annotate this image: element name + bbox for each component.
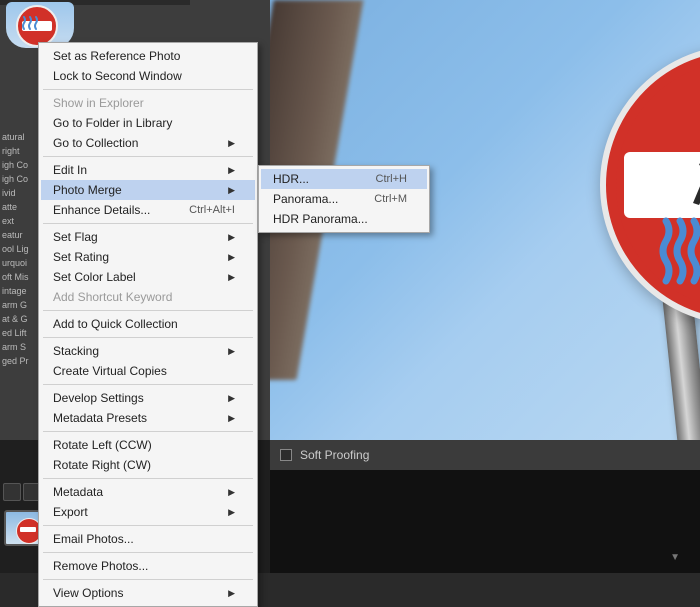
context-menu: Set as Reference Photo Lock to Second Wi… bbox=[38, 42, 258, 607]
filmstrip-panel bbox=[270, 470, 700, 573]
preset-item[interactable]: intage bbox=[2, 284, 38, 298]
preset-item[interactable]: oft Mis bbox=[2, 270, 38, 284]
menu-separator bbox=[43, 337, 253, 338]
menu-email[interactable]: Email Photos... bbox=[41, 529, 255, 549]
preset-item[interactable]: eatur bbox=[2, 228, 38, 242]
menu-separator bbox=[43, 384, 253, 385]
chevron-right-icon: ▶ bbox=[228, 165, 235, 176]
menu-goto-folder[interactable]: Go to Folder in Library bbox=[41, 113, 255, 133]
menu-photo-merge[interactable]: Photo Merge▶ bbox=[41, 180, 255, 200]
shortcut-label: Ctrl+Alt+I bbox=[169, 204, 235, 216]
chevron-right-icon: ▶ bbox=[228, 487, 235, 498]
submenu-panorama[interactable]: Panorama... Ctrl+M bbox=[261, 189, 427, 209]
preset-item[interactable]: urquoi bbox=[2, 256, 38, 270]
preset-item[interactable]: ext bbox=[2, 214, 38, 228]
submenu-hdr-panorama[interactable]: HDR Panorama... bbox=[261, 209, 427, 229]
chevron-right-icon: ▶ bbox=[228, 138, 235, 149]
preset-item[interactable]: ged Pr bbox=[2, 354, 38, 368]
menu-set-rating[interactable]: Set Rating▶ bbox=[41, 247, 255, 267]
menu-separator bbox=[43, 525, 253, 526]
preset-item[interactable]: arm S bbox=[2, 340, 38, 354]
menu-separator bbox=[43, 552, 253, 553]
chevron-right-icon: ▶ bbox=[228, 252, 235, 263]
chevron-right-icon: ▶ bbox=[228, 185, 235, 196]
menu-metadata-presets[interactable]: Metadata Presets▶ bbox=[41, 408, 255, 428]
menu-stacking[interactable]: Stacking▶ bbox=[41, 341, 255, 361]
menu-separator bbox=[43, 478, 253, 479]
preset-item[interactable]: atural bbox=[2, 130, 38, 144]
menu-separator bbox=[43, 89, 253, 90]
preset-item[interactable]: right bbox=[2, 144, 38, 158]
menu-remove[interactable]: Remove Photos... bbox=[41, 556, 255, 576]
menu-rotate-right[interactable]: Rotate Right (CW) bbox=[41, 455, 255, 475]
chevron-right-icon: ▶ bbox=[228, 393, 235, 404]
menu-set-flag[interactable]: Set Flag▶ bbox=[41, 227, 255, 247]
menu-set-color[interactable]: Set Color Label▶ bbox=[41, 267, 255, 287]
menu-view-options[interactable]: View Options▶ bbox=[41, 583, 255, 603]
menu-lock-window[interactable]: Lock to Second Window bbox=[41, 66, 255, 86]
chevron-right-icon: ▶ bbox=[228, 272, 235, 283]
soft-proofing-label: Soft Proofing bbox=[300, 448, 369, 462]
menu-add-shortcut-keyword: Add Shortcut Keyword bbox=[41, 287, 255, 307]
preset-item[interactable]: atte bbox=[2, 200, 38, 214]
toolbar-bottom: Soft Proofing bbox=[270, 440, 700, 470]
preset-item[interactable]: ool Lig bbox=[2, 242, 38, 256]
menu-set-reference[interactable]: Set as Reference Photo bbox=[41, 46, 255, 66]
menu-export[interactable]: Export▶ bbox=[41, 502, 255, 522]
submenu-hdr[interactable]: HDR... Ctrl+H bbox=[261, 169, 427, 189]
grid-view-icon[interactable] bbox=[3, 483, 21, 501]
chevron-right-icon: ▶ bbox=[228, 346, 235, 357]
menu-separator bbox=[43, 223, 253, 224]
menu-separator bbox=[43, 310, 253, 311]
chevron-right-icon: ▶ bbox=[228, 413, 235, 424]
preset-item[interactable]: at & G bbox=[2, 312, 38, 326]
preset-list[interactable]: aturalrightigh Coigh Coividatteexteaturo… bbox=[0, 130, 38, 368]
menu-goto-collection[interactable]: Go to Collection▶ bbox=[41, 133, 255, 153]
no-entry-sign bbox=[600, 45, 700, 325]
menu-separator bbox=[43, 579, 253, 580]
menu-rotate-left[interactable]: Rotate Left (CCW) bbox=[41, 435, 255, 455]
panel-toggle-down-icon[interactable]: ▼ bbox=[670, 552, 680, 563]
menu-edit-in[interactable]: Edit In▶ bbox=[41, 160, 255, 180]
menu-separator bbox=[43, 156, 253, 157]
chevron-right-icon: ▶ bbox=[228, 588, 235, 599]
chevron-right-icon: ▶ bbox=[228, 232, 235, 243]
shortcut-label: Ctrl+H bbox=[356, 173, 407, 185]
photo-merge-submenu: HDR... Ctrl+H Panorama... Ctrl+M HDR Pan… bbox=[258, 165, 430, 233]
menu-add-quick-collection[interactable]: Add to Quick Collection bbox=[41, 314, 255, 334]
menu-virtual-copies[interactable]: Create Virtual Copies bbox=[41, 361, 255, 381]
menu-develop-settings[interactable]: Develop Settings▶ bbox=[41, 388, 255, 408]
menu-show-explorer: Show in Explorer bbox=[41, 93, 255, 113]
menu-enhance-details[interactable]: Enhance Details...Ctrl+Alt+I bbox=[41, 200, 255, 220]
preset-item[interactable]: ed Lift bbox=[2, 326, 38, 340]
preset-item[interactable]: ivid bbox=[2, 186, 38, 200]
preset-item[interactable]: igh Co bbox=[2, 158, 38, 172]
preset-item[interactable]: arm G bbox=[2, 298, 38, 312]
shortcut-label: Ctrl+M bbox=[354, 193, 407, 205]
preset-item[interactable]: igh Co bbox=[2, 172, 38, 186]
soft-proofing-checkbox[interactable] bbox=[280, 449, 292, 461]
chevron-right-icon: ▶ bbox=[228, 507, 235, 518]
menu-separator bbox=[43, 431, 253, 432]
menu-metadata[interactable]: Metadata▶ bbox=[41, 482, 255, 502]
